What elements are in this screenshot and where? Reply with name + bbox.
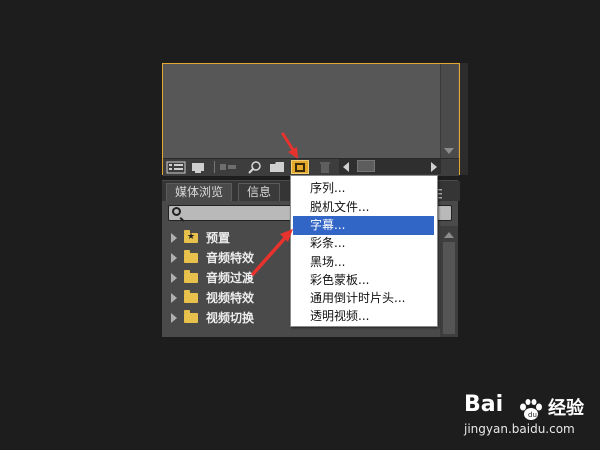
scroll-right-arrow-icon[interactable] xyxy=(431,162,437,172)
expand-triangle-icon[interactable] xyxy=(171,253,177,263)
tree-item-label: 预置 xyxy=(206,231,231,245)
new-item-context-menu: 序列... 脱机文件... 字幕... 彩条... 黑场... 彩色蒙板... … xyxy=(290,175,438,327)
folder-icon xyxy=(184,270,198,283)
tree-item-label: 视频特效 xyxy=(206,291,255,305)
menu-item-universal-countdown[interactable]: 通用倒计时片头... xyxy=(293,289,434,308)
menu-item-bars-and-tone[interactable]: 彩条... xyxy=(293,234,434,253)
expand-triangle-icon[interactable] xyxy=(171,233,177,243)
list-view-icon xyxy=(166,161,186,174)
menu-item-offline-file[interactable]: 脱机文件... xyxy=(293,198,434,217)
new-item-icon xyxy=(295,163,305,172)
icon-view-button[interactable] xyxy=(190,160,206,174)
scroll-track[interactable] xyxy=(443,242,455,334)
panel-divider xyxy=(460,63,468,175)
effects-vertical-scrollbar[interactable] xyxy=(440,226,458,337)
folder-icon xyxy=(184,250,198,263)
menu-item-sequence[interactable]: 序列... xyxy=(293,179,434,198)
project-horizontal-scrollbar[interactable] xyxy=(339,159,441,174)
automate-to-sequence-button[interactable] xyxy=(219,160,237,174)
watermark-url: jingyan.baidu.com xyxy=(464,422,575,436)
baidu-paw-icon: du xyxy=(520,399,542,420)
new-bin-button[interactable] xyxy=(269,160,285,174)
list-view-button[interactable] xyxy=(166,160,186,174)
find-button[interactable] xyxy=(247,160,263,174)
clear-button[interactable] xyxy=(317,160,333,174)
tab-media-browser[interactable]: 媒体浏览 xyxy=(166,183,233,201)
expand-triangle-icon[interactable] xyxy=(171,293,177,303)
new-item-button[interactable] xyxy=(291,160,309,174)
preset-folder-icon xyxy=(184,230,198,243)
baidu-jingyan-watermark: Bai du 经验 jingyan.baidu.com xyxy=(452,382,592,442)
scroll-left-arrow-icon[interactable] xyxy=(343,162,349,172)
menu-item-title[interactable]: 字幕... xyxy=(293,216,434,235)
watermark-brand-right: 经验 xyxy=(548,398,584,419)
trash-icon xyxy=(320,162,330,173)
search-icon xyxy=(172,207,181,216)
svg-text:du: du xyxy=(528,411,537,419)
menu-item-color-matte[interactable]: 彩色蒙板... xyxy=(293,271,434,290)
icon-view-icon xyxy=(192,163,204,173)
new-bin-folder-icon xyxy=(270,162,284,172)
toolbar-separator xyxy=(214,161,215,173)
tree-item-label: 音频特效 xyxy=(206,251,255,265)
tree-item-label: 音频过渡 xyxy=(206,271,255,285)
project-vertical-scrollbar[interactable] xyxy=(440,64,458,158)
menu-item-black-video[interactable]: 黑场... xyxy=(293,253,434,272)
expand-triangle-icon[interactable] xyxy=(171,313,177,323)
watermark-brand-left: Bai xyxy=(464,392,504,417)
tree-item-label: 视频切换 xyxy=(206,311,255,325)
expand-triangle-icon[interactable] xyxy=(171,273,177,283)
automate-sequence-icon xyxy=(220,164,236,170)
menu-item-transparent-video[interactable]: 透明视频... xyxy=(293,307,434,326)
find-icon xyxy=(248,161,261,174)
scroll-up-arrow-icon[interactable] xyxy=(444,232,454,238)
folder-icon xyxy=(184,310,198,323)
scroll-down-arrow-icon[interactable] xyxy=(444,148,454,154)
tab-info[interactable]: 信息 xyxy=(238,183,281,201)
folder-icon xyxy=(184,290,198,303)
scroll-thumb[interactable] xyxy=(357,160,375,172)
